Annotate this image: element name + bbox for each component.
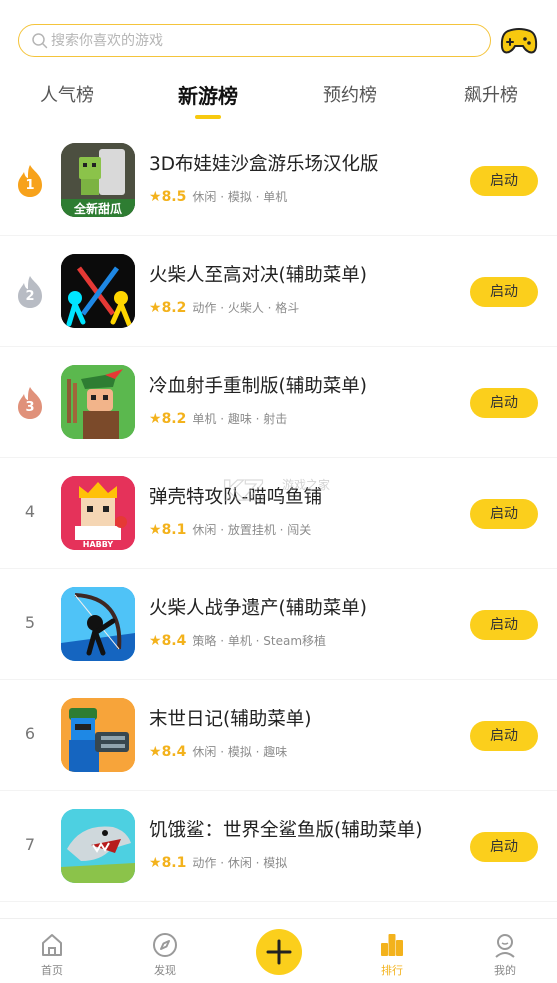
- rank-tabs: 人气榜 新游榜 预约榜 飙升榜: [0, 80, 557, 120]
- nav-label: 排行: [381, 964, 403, 977]
- nav-label: 首页: [41, 964, 63, 977]
- nav-profile[interactable]: 我的: [475, 931, 535, 978]
- svg-text:HABBY: HABBY: [83, 540, 114, 549]
- search-placeholder: 搜索你喜欢的游戏: [51, 33, 163, 49]
- game-meta: ★8.5 休闲 · 模拟 · 单机: [149, 186, 288, 205]
- star-icon: ★: [149, 188, 162, 205]
- game-icon: 全新甜瓜: [61, 143, 135, 217]
- star-icon: ★: [149, 299, 162, 316]
- game-score: 8.1: [161, 854, 187, 871]
- search-bar[interactable]: 搜索你喜欢的游戏: [18, 24, 491, 57]
- game-title: 末世日记(辅助菜单): [149, 709, 312, 730]
- game-score: 8.4: [161, 632, 187, 649]
- star-icon: ★: [149, 854, 162, 871]
- watermark-logo: KZ: [221, 473, 264, 507]
- rank-number: 7: [24, 835, 36, 854]
- game-tags: 策略 · 单机 · Steam移植: [192, 634, 327, 648]
- game-icon: [61, 809, 135, 883]
- game-meta: ★8.1 休闲 · 放置挂机 · 闯关: [149, 519, 312, 538]
- launch-button[interactable]: 启动: [470, 499, 538, 529]
- list-item[interactable]: 6 末世日记(辅助菜单) ★8.4 休闲 · 模拟 · 趣味 启动: [0, 680, 557, 791]
- ranking-icon: [381, 934, 403, 956]
- game-score: 8.4: [161, 743, 187, 760]
- tab-popular[interactable]: 人气榜: [40, 84, 94, 108]
- game-tags: 动作 · 休闲 · 模拟: [192, 856, 288, 870]
- star-icon: ★: [149, 410, 162, 427]
- game-tags: 单机 · 趣味 · 射击: [192, 412, 288, 426]
- game-score: 8.2: [161, 410, 187, 427]
- profile-icon: [495, 934, 515, 958]
- watermark: KZ 游戏之家: [221, 470, 347, 510]
- star-icon: ★: [149, 743, 162, 760]
- game-meta: ★8.2 动作 · 火柴人 · 格斗: [149, 297, 300, 316]
- list-item[interactable]: 7 饥饿鲨：世界全鲨鱼版(辅助菜单) ★8.1 动作 · 休闲 · 模拟 启动: [0, 791, 557, 902]
- game-score: 8.1: [161, 521, 187, 538]
- svg-text:KZ: KZ: [222, 474, 264, 507]
- rank-number: 6: [24, 724, 36, 743]
- game-title: 火柴人战争遗产(辅助菜单): [149, 598, 367, 619]
- tab-reservation[interactable]: 预约榜: [323, 84, 377, 108]
- plus-icon: [266, 939, 292, 965]
- nav-discover[interactable]: 发现: [135, 931, 195, 978]
- game-icon: HABBY: [61, 476, 135, 550]
- launch-button[interactable]: 启动: [470, 388, 538, 418]
- game-meta: ★8.4 休闲 · 模拟 · 趣味: [149, 741, 288, 760]
- game-tags: 休闲 · 模拟 · 单机: [192, 190, 288, 204]
- game-tags: 动作 · 火柴人 · 格斗: [192, 301, 300, 315]
- launch-button[interactable]: 启动: [470, 166, 538, 196]
- nav-home[interactable]: 首页: [22, 931, 82, 978]
- top-bar: 搜索你喜欢的游戏: [0, 0, 557, 70]
- launch-button[interactable]: 启动: [470, 277, 538, 307]
- search-icon: [32, 33, 48, 49]
- game-title: 3D布娃娃沙盒游乐场汉化版: [149, 154, 379, 175]
- list-item[interactable]: 5 火柴人战争遗产(辅助菜单) ★8.4 策略 · 单机 · Steam移植 启动: [0, 569, 557, 680]
- list-item[interactable]: 2 火柴人至高对决(辅助菜单) ★8.2 动作 · 火柴人 · 格斗 启动: [0, 236, 557, 347]
- game-icon: [61, 365, 135, 439]
- launch-button[interactable]: 启动: [470, 832, 538, 862]
- list-item[interactable]: 1 全新甜瓜 3D布娃娃沙盒游乐场汉化版 ★8.5 休闲 · 模拟 · 单机 启动: [0, 125, 557, 236]
- nav-ranking[interactable]: 排行: [362, 931, 422, 978]
- nav-label: 发现: [154, 964, 176, 977]
- compass-icon: [153, 933, 177, 957]
- nav-label: 我的: [494, 964, 516, 977]
- game-icon: [61, 587, 135, 661]
- tab-new-games[interactable]: 新游榜: [178, 84, 238, 108]
- star-icon: ★: [149, 632, 162, 649]
- rank-number: 3: [25, 400, 35, 415]
- gamepad-icon[interactable]: [500, 26, 538, 56]
- rank-number: 5: [24, 613, 36, 632]
- game-meta: ★8.1 动作 · 休闲 · 模拟: [149, 852, 288, 871]
- game-icon: [61, 254, 135, 328]
- game-meta: ★8.2 单机 · 趣味 · 射击: [149, 408, 288, 427]
- svg-text:全新甜瓜: 全新甜瓜: [73, 201, 122, 216]
- game-tags: 休闲 · 放置挂机 · 闯关: [192, 523, 312, 537]
- game-score: 8.2: [161, 299, 187, 316]
- game-tags: 休闲 · 模拟 · 趣味: [192, 745, 288, 759]
- rank-number: 1: [25, 178, 35, 193]
- game-score: 8.5: [161, 188, 187, 205]
- tab-rising[interactable]: 飙升榜: [464, 84, 518, 108]
- launch-button[interactable]: 启动: [470, 721, 538, 751]
- watermark-text: 游戏之家: [282, 478, 331, 492]
- game-icon: [61, 698, 135, 772]
- home-icon: [42, 934, 62, 956]
- game-title: 饥饿鲨：世界全鲨鱼版(辅助菜单): [149, 820, 423, 841]
- game-title: 冷血射手重制版(辅助菜单): [149, 376, 367, 397]
- active-tab-indicator: [195, 115, 221, 119]
- rank-number: 4: [24, 502, 36, 521]
- rank-number: 2: [25, 289, 35, 304]
- star-icon: ★: [149, 521, 162, 538]
- game-title: 火柴人至高对决(辅助菜单): [149, 265, 367, 286]
- add-button[interactable]: [256, 929, 302, 975]
- list-item[interactable]: 3 冷血射手重制版(辅助菜单) ★8.2 单机 · 趣味 · 射击 启动: [0, 347, 557, 458]
- bottom-nav: 首页 发现 排行 我的: [0, 918, 557, 983]
- launch-button[interactable]: 启动: [470, 610, 538, 640]
- game-meta: ★8.4 策略 · 单机 · Steam移植: [149, 630, 327, 649]
